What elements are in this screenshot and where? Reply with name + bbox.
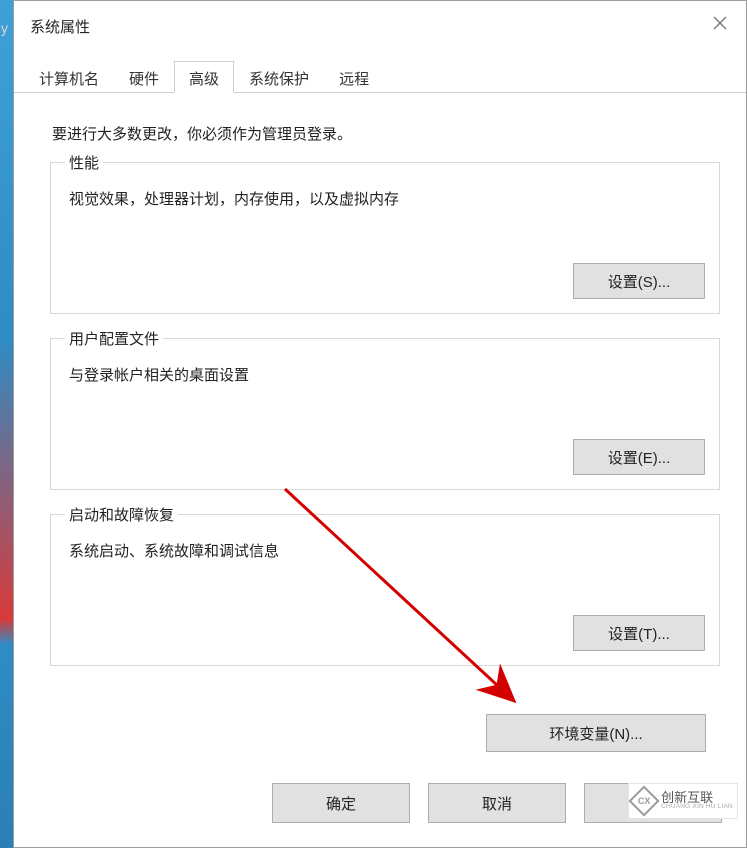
- close-button[interactable]: [702, 9, 738, 37]
- tab-content-advanced: 要进行大多数更改，你必须作为管理员登录。 性能 视觉效果，处理器计划，内存使用，…: [14, 93, 746, 752]
- desktop-edge: y: [0, 0, 13, 848]
- group-performance: 性能 视觉效果，处理器计划，内存使用，以及虚拟内存 设置(S)...: [50, 162, 720, 314]
- group-startup-recovery-title: 启动和故障恢复: [65, 504, 178, 525]
- tab-strip: 计算机名 硬件 高级 系统保护 远程: [14, 61, 746, 93]
- watermark-logo: CX 创新互联 CHUANG XIN HU LIAN: [628, 783, 738, 819]
- group-startup-recovery: 启动和故障恢复 系统启动、系统故障和调试信息 设置(T)...: [50, 514, 720, 666]
- titlebar: 系统属性: [14, 1, 746, 53]
- startup-recovery-settings-button[interactable]: 设置(T)...: [573, 615, 705, 651]
- tab-hardware[interactable]: 硬件: [114, 61, 174, 92]
- performance-settings-button[interactable]: 设置(S)...: [573, 263, 705, 299]
- group-performance-desc: 视觉效果，处理器计划，内存使用，以及虚拟内存: [65, 184, 705, 239]
- group-user-profiles: 用户配置文件 与登录帐户相关的桌面设置 设置(E)...: [50, 338, 720, 490]
- admin-note: 要进行大多数更改，你必须作为管理员登录。: [42, 107, 728, 162]
- system-properties-dialog: 系统属性 计算机名 硬件 高级 系统保护 远程 要进行大多数更改，你必须作为管理…: [13, 0, 747, 848]
- watermark-en: CHUANG XIN HU LIAN: [661, 804, 733, 811]
- group-startup-recovery-desc: 系统启动、系统故障和调试信息: [65, 536, 705, 591]
- tab-system-protection[interactable]: 系统保护: [234, 61, 324, 92]
- watermark-icon: CX: [629, 785, 660, 816]
- cancel-button[interactable]: 取消: [428, 783, 566, 823]
- ok-button[interactable]: 确定: [272, 783, 410, 823]
- close-icon: [713, 16, 727, 30]
- window-title: 系统属性: [30, 16, 90, 37]
- group-performance-title: 性能: [65, 152, 103, 173]
- environment-variables-button[interactable]: 环境变量(N)...: [486, 714, 706, 752]
- tab-remote[interactable]: 远程: [324, 61, 384, 92]
- tab-advanced[interactable]: 高级: [174, 61, 234, 93]
- group-user-profiles-title: 用户配置文件: [65, 328, 163, 349]
- background-window-fragment: y: [1, 20, 8, 36]
- user-profiles-settings-button[interactable]: 设置(E)...: [573, 439, 705, 475]
- tab-computer-name[interactable]: 计算机名: [24, 61, 114, 92]
- group-user-profiles-desc: 与登录帐户相关的桌面设置: [65, 360, 705, 415]
